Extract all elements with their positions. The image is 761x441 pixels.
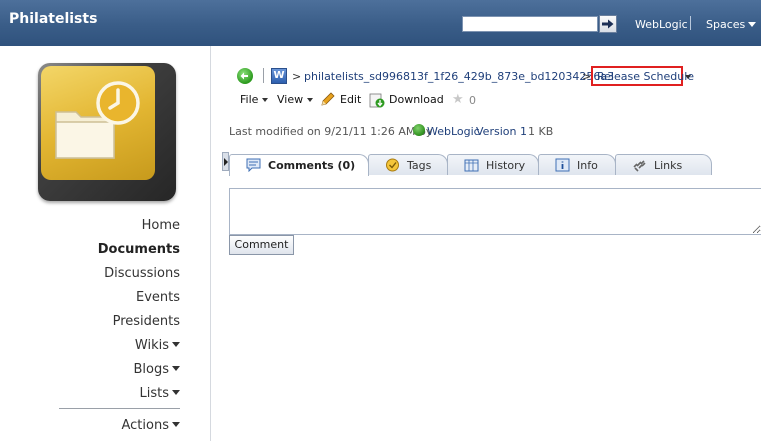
clock-icon	[96, 81, 140, 125]
header-divider	[690, 16, 691, 30]
chevron-down-icon	[172, 366, 180, 371]
actions-menu[interactable]: Actions	[121, 418, 180, 433]
download-icon[interactable]	[368, 91, 385, 108]
chevron-down-icon[interactable]	[685, 75, 691, 79]
arrow-right-icon	[602, 19, 614, 29]
file-size: 1 KB	[528, 125, 554, 138]
search-button[interactable]	[599, 15, 617, 33]
sidebar-divider	[59, 408, 180, 409]
sidebar-item-documents[interactable]: Documents	[98, 242, 180, 257]
sidebar-item-label: Blogs	[133, 362, 169, 377]
sidebar-item-label: Lists	[139, 386, 170, 401]
sidebar-item-events[interactable]: Events	[136, 290, 180, 305]
back-icon[interactable]	[237, 68, 253, 84]
tag-icon	[386, 158, 399, 172]
comment-icon	[246, 158, 261, 172]
tab-label: Comments (0)	[268, 159, 356, 172]
sidebar-item-label: Wikis	[134, 338, 169, 353]
breadcrumb-folder-link[interactable]: philatelists_sd996813f_1f26_429b_873e_bd…	[304, 70, 614, 83]
space-icon	[38, 63, 176, 201]
breadcrumb-separator: >	[582, 70, 592, 83]
panel-toggle[interactable]	[222, 152, 229, 171]
sidebar-border	[210, 46, 211, 441]
sidebar-item-home[interactable]: Home	[142, 218, 180, 233]
file-menu[interactable]: File	[240, 93, 269, 106]
comment-input[interactable]	[229, 188, 761, 235]
chevron-down-icon	[307, 98, 314, 102]
history-icon	[464, 159, 479, 172]
sidebar-item-lists[interactable]: Lists	[139, 386, 180, 401]
sidebar-item-discussions[interactable]: Discussions	[104, 266, 180, 281]
top-banner: Philatelists WebLogic Spaces	[0, 0, 761, 46]
tab-tags[interactable]: Tags	[368, 154, 448, 175]
version-link[interactable]: Version 1	[476, 125, 527, 138]
rating-count: 0	[469, 94, 476, 107]
comment-button[interactable]: Comment	[229, 235, 294, 255]
tab-info[interactable]: Info	[538, 154, 616, 175]
link-icon	[633, 160, 646, 172]
last-modified-text: Last modified on 9/21/11 1:26 AM by	[229, 125, 433, 138]
info-icon	[555, 158, 570, 172]
chevron-down-icon	[172, 342, 180, 347]
spaces-menu-label: Spaces	[706, 18, 746, 31]
pencil-icon[interactable]	[319, 91, 336, 108]
chevron-down-icon	[172, 422, 180, 427]
breadcrumb-separator: >	[292, 70, 302, 83]
sidebar-item-blogs[interactable]: Blogs	[133, 362, 180, 377]
breadcrumb-current-label: Release Schedule	[597, 70, 695, 83]
sidebar-item-presidents[interactable]: Presidents	[113, 314, 180, 329]
tab-label: Info	[577, 159, 598, 172]
presence-icon	[413, 124, 425, 136]
tab-links[interactable]: Links	[615, 154, 712, 175]
actions-menu-label: Actions	[121, 418, 170, 433]
spaces-menu[interactable]: Spaces	[706, 18, 757, 31]
app-title: Philatelists	[9, 11, 98, 27]
search-input[interactable]	[462, 16, 598, 32]
author-link[interactable]: WebLogic	[427, 125, 480, 138]
file-menu-label: File	[240, 93, 259, 106]
page: Philatelists WebLogic Spaces Home Docume…	[0, 0, 761, 441]
download-button[interactable]: Download	[389, 93, 444, 106]
user-link[interactable]: WebLogic	[635, 18, 688, 31]
breadcrumb-current-item[interactable]: Release Schedule	[591, 66, 694, 86]
view-menu[interactable]: View	[277, 93, 314, 106]
tab-comments[interactable]: Comments (0)	[229, 154, 369, 176]
tab-label: History	[486, 159, 526, 172]
view-menu-label: View	[277, 93, 304, 106]
tab-label: Links	[654, 159, 683, 172]
arrow-left-icon	[240, 72, 248, 80]
chevron-down-icon	[172, 390, 180, 395]
sidebar-item-wikis[interactable]: Wikis	[135, 338, 180, 353]
word-document-icon: W	[271, 68, 287, 84]
space-icon-face	[41, 66, 155, 180]
tab-history[interactable]: History	[447, 154, 539, 175]
tab-label: Tags	[407, 159, 432, 172]
breadcrumb-divider	[263, 68, 264, 83]
edit-button[interactable]: Edit	[340, 93, 361, 106]
chevron-down-icon	[262, 98, 269, 102]
star-icon[interactable]: ★	[452, 92, 464, 107]
chevron-down-icon	[748, 22, 757, 27]
